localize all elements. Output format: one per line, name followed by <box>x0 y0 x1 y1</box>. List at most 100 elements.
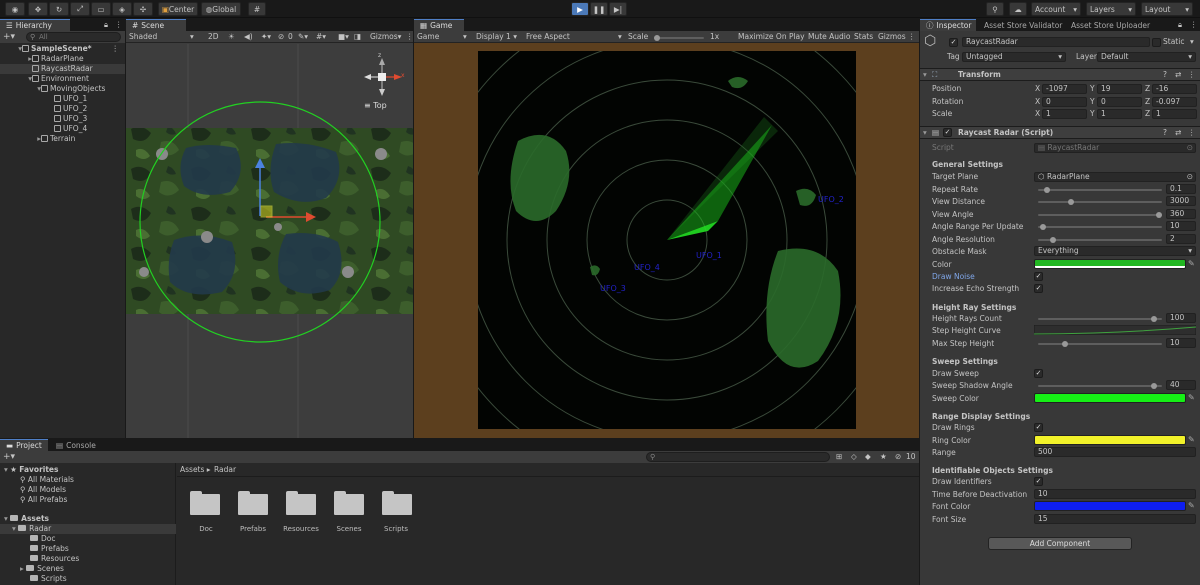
lock-icon[interactable]: 🔒︎ <box>104 20 108 30</box>
kebab-menu-icon[interactable]: ⋮ <box>115 20 123 30</box>
layout-dropdown[interactable]: Layout ▾ <box>1141 2 1193 16</box>
account-dropdown[interactable]: Account ▾ <box>1031 2 1081 16</box>
increase-echo-checkbox[interactable]: ✓ <box>1034 284 1043 293</box>
filter-type-icon[interactable]: ⊞ <box>836 452 842 462</box>
eyedropper-icon[interactable]: ✎ <box>1188 502 1196 510</box>
chevron-down-icon[interactable]: ▾ <box>618 32 622 42</box>
scale-slider[interactable] <box>654 35 704 41</box>
static-checkbox[interactable] <box>1152 38 1161 47</box>
rotation-z-field[interactable]: -0.097 <box>1152 97 1197 107</box>
tab-asset-store-uploader[interactable]: Asset Store Uploader <box>1065 19 1150 31</box>
tab-game[interactable]: ▦ Game <box>414 19 464 31</box>
project-search-input[interactable]: ⚲ <box>646 452 830 462</box>
component-enabled-checkbox[interactable]: ✓ <box>943 128 952 137</box>
repeat-rate-field[interactable]: 0.1 <box>1166 184 1196 194</box>
range-field[interactable]: 500 <box>1034 447 1196 457</box>
lighting-icon[interactable]: ☀ <box>228 32 235 42</box>
hierarchy-item-samplescene[interactable]: ▾ SampleScene* ⋮ <box>0 44 125 54</box>
game-gizmos-dropdown[interactable]: Gizmos <box>878 32 906 42</box>
hierarchy-item-terrain[interactable]: ▸ Terrain <box>0 134 125 144</box>
add-component-button[interactable]: Add Component <box>988 537 1132 550</box>
gizmos-dropdown[interactable]: Gizmos▾ <box>370 32 401 42</box>
tree-item-resources[interactable]: Resources <box>30 554 79 564</box>
favorites-header[interactable]: ▾ ★ Favorites <box>4 465 58 475</box>
tab-project[interactable]: ▬ Project <box>0 439 48 451</box>
scale-z-field[interactable]: 1 <box>1152 109 1197 119</box>
height-rays-slider[interactable] <box>1038 316 1162 322</box>
favorite-item[interactable]: ⚲ All Models <box>20 485 66 495</box>
star-icon[interactable]: ★ <box>880 452 887 462</box>
tab-inspector[interactable]: ⓘ Inspector <box>920 19 976 31</box>
presets-icon[interactable]: ⇄ <box>1175 70 1181 80</box>
tab-console[interactable]: ▤ Console <box>50 439 102 451</box>
presets-icon[interactable]: ⇄ <box>1175 128 1181 138</box>
tag-icon[interactable]: ◆ <box>865 452 871 462</box>
filter-label-icon[interactable]: ◇ <box>851 452 857 462</box>
visibility-icon[interactable]: ⊘ <box>895 452 901 462</box>
slider-knob[interactable] <box>1049 237 1056 243</box>
layer-dropdown[interactable]: Default ▾ <box>1097 52 1196 62</box>
tree-item-scenes[interactable]: ▸ Scenes <box>20 564 64 574</box>
scale-y-field[interactable]: 1 <box>1097 109 1142 119</box>
hierarchy-item-ufo1[interactable]: UFO_1 <box>0 94 125 104</box>
breadcrumb-radar[interactable]: Radar <box>214 465 236 475</box>
slider-knob[interactable] <box>1043 187 1050 193</box>
max-step-field[interactable]: 10 <box>1166 338 1196 348</box>
view-distance-slider[interactable] <box>1038 199 1162 205</box>
view-distance-field[interactable]: 3000 <box>1166 196 1196 206</box>
position-z-field[interactable]: -16 <box>1152 84 1197 94</box>
maximize-on-play-toggle[interactable]: Maximize On Play <box>738 32 805 42</box>
kebab-menu-icon[interactable]: ⋮ <box>1188 128 1196 138</box>
hierarchy-item-environment[interactable]: ▾ Environment <box>0 74 125 84</box>
time-before-field[interactable]: 10 <box>1034 489 1196 499</box>
rotation-x-field[interactable]: 0 <box>1042 97 1087 107</box>
add-icon[interactable]: +▾ <box>3 32 15 42</box>
lock-icon[interactable]: 🔒︎ <box>1178 20 1182 30</box>
play-button[interactable]: ▶ <box>571 2 589 16</box>
sweep-shadow-field[interactable]: 40 <box>1166 380 1196 390</box>
active-checkbox[interactable]: ✓ <box>949 38 958 47</box>
repeat-rate-slider[interactable] <box>1038 187 1162 193</box>
chevron-down-icon[interactable]: ▾ <box>1190 37 1194 47</box>
max-step-slider[interactable] <box>1038 341 1162 347</box>
view-angle-field[interactable]: 360 <box>1166 209 1196 219</box>
kebab-menu-icon[interactable]: ⋮ <box>112 44 120 54</box>
tab-scene[interactable]: # Scene <box>126 19 186 31</box>
position-x-field[interactable]: -1097 <box>1042 84 1087 94</box>
object-name-field[interactable]: RaycastRadar <box>962 37 1150 47</box>
assets-header[interactable]: ▾ Assets <box>4 514 49 524</box>
draw-sweep-checkbox[interactable]: ✓ <box>1034 369 1043 378</box>
hierarchy-search-input[interactable]: ⚲ All <box>26 32 121 42</box>
tag-dropdown[interactable]: Untagged ▾ <box>962 52 1066 62</box>
eyedropper-icon[interactable]: ✎ <box>1188 394 1196 402</box>
slider-knob[interactable] <box>1061 341 1068 347</box>
help-icon[interactable]: ? <box>1163 128 1167 138</box>
help-icon[interactable]: ? <box>1163 70 1167 80</box>
view-tool-button[interactable]: ◉ <box>5 2 25 16</box>
scale-tool-button[interactable]: ⤢ <box>70 2 90 16</box>
raycast-radar-header[interactable]: ▾ ▤ ✓ Raycast Radar (Script) ? ⇄ ⋮ <box>920 126 1200 139</box>
display-dropdown[interactable]: Display 1 ▾ <box>476 32 517 42</box>
shading-dropdown[interactable]: Shaded <box>129 32 157 42</box>
sweep-color-field[interactable] <box>1034 393 1186 403</box>
folder-resources[interactable] <box>286 491 316 515</box>
visibility-icon[interactable]: ⊘ <box>278 32 284 42</box>
draw-identifiers-checkbox[interactable]: ✓ <box>1034 477 1043 486</box>
render-mode-icon[interactable]: ◨ <box>354 32 361 42</box>
tab-asset-store-validator[interactable]: Asset Store Validator <box>978 19 1064 31</box>
position-y-field[interactable]: 19 <box>1097 84 1142 94</box>
angle-resolution-field[interactable]: 2 <box>1166 234 1196 244</box>
tab-hierarchy[interactable]: ☰ Hierarchy <box>0 19 70 31</box>
tree-item-scripts[interactable]: Scripts <box>30 574 67 584</box>
toggle-2d-button[interactable]: 2D <box>208 32 219 42</box>
layers-dropdown[interactable]: Layers ▾ <box>1086 2 1136 16</box>
hierarchy-item-ufo2[interactable]: UFO_2 <box>0 104 125 114</box>
slider-knob[interactable] <box>1151 383 1158 389</box>
obstacle-mask-dropdown[interactable]: Everything ▾ <box>1034 246 1196 256</box>
folder-scenes[interactable] <box>334 491 364 515</box>
eyedropper-icon[interactable]: ✎ <box>1188 436 1196 444</box>
tools-icon[interactable]: ✎▾ <box>298 32 308 42</box>
favorite-item[interactable]: ⚲ All Prefabs <box>20 495 67 505</box>
folder-doc[interactable] <box>190 491 220 515</box>
cloud-button[interactable]: ☁ <box>1009 2 1027 16</box>
